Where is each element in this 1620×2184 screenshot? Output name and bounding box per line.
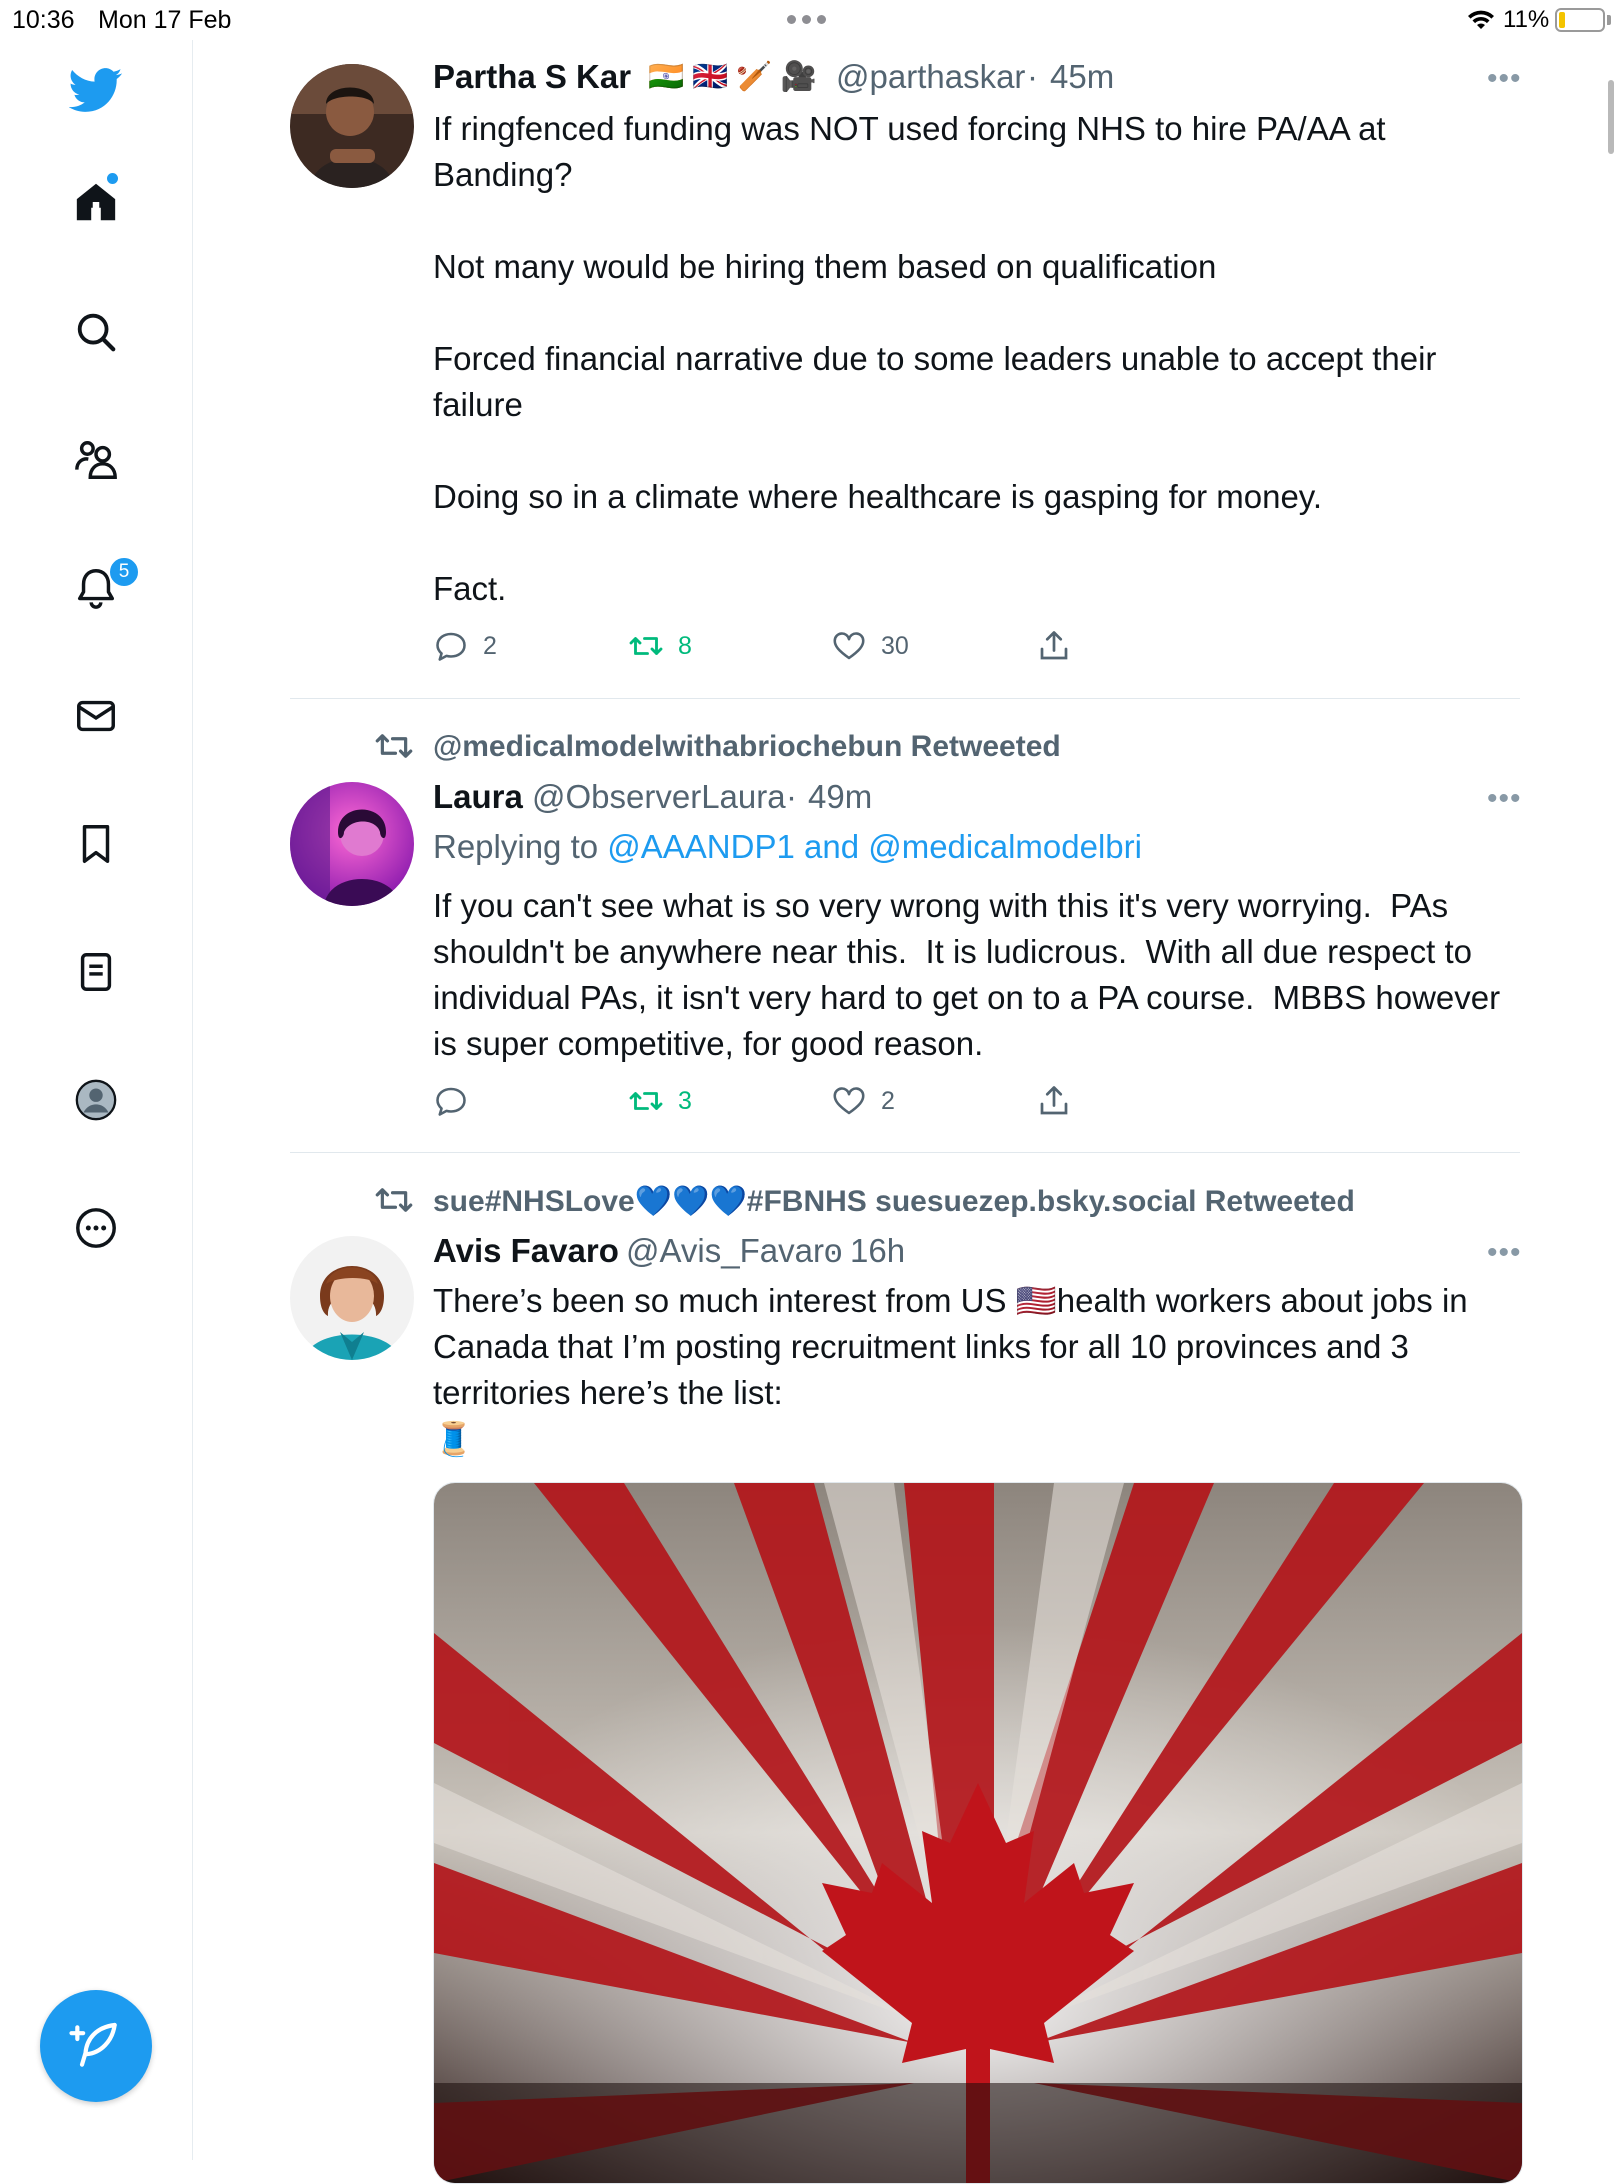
scrollbar[interactable]: [1608, 80, 1614, 154]
tweet-divider: [290, 1152, 1520, 1153]
tweet-time[interactable]: 16h: [850, 1232, 905, 1270]
compose-feather-icon: [69, 2022, 117, 2067]
profile-icon[interactable]: [66, 1070, 126, 1130]
status-time: 10:36: [12, 6, 75, 34]
tweet-author-name[interactable]: Partha S Kar: [433, 58, 631, 96]
retweeted-by-label[interactable]: sue#NHSLove💙💙💙#FBNHS suesuezep.bsky.soci…: [433, 1184, 1355, 1219]
home-unread-dot: [107, 173, 118, 184]
battery-icon: [1555, 8, 1605, 32]
status-bar: 10:36 Mon 17 Feb 11%: [0, 0, 1620, 40]
retweeted-by-label[interactable]: @medicalmodelwithabriochebun Retweeted: [433, 730, 1061, 764]
tweet-actions: 3 2: [433, 1083, 1133, 1123]
bookmarks-icon[interactable]: [66, 814, 126, 874]
tweet-text-part: There’s been so much interest from US: [433, 1282, 1016, 1319]
retweet-count: 8: [678, 631, 692, 660]
twitter-logo-icon[interactable]: [66, 60, 126, 120]
notification-badge: 5: [108, 556, 140, 588]
share-icon: [1040, 631, 1068, 660]
tweet-media-image[interactable]: [433, 1482, 1523, 2184]
tweet-text: If you can't see what is so very wrong w…: [433, 887, 1510, 1062]
us-flag-emoji: 🇺🇸: [1015, 1282, 1057, 1319]
share-icon: [1040, 1086, 1068, 1115]
like-count: 30: [881, 631, 909, 660]
replying-to-prefix: Replying to: [433, 828, 608, 865]
reply-icon: [436, 632, 466, 661]
tweet-author-name[interactable]: Avis Favaro: [433, 1232, 619, 1270]
retweeted-by-icon: [375, 734, 413, 758]
reply-button[interactable]: 2: [433, 628, 497, 664]
dot-separator: ·: [828, 1232, 839, 1269]
heart-icon: [833, 632, 865, 660]
author-emoji-flags: 🇮🇳 🇬🇧 🏏 🎥: [648, 61, 817, 93]
thread-emoji: 🧵: [433, 1420, 475, 1457]
messages-icon[interactable]: [66, 686, 126, 746]
dot-separator: ·: [786, 778, 797, 815]
replying-to-users[interactable]: @AAANDP1 and @medicalmodelbri: [607, 828, 1142, 865]
tweet-time[interactable]: 45m: [1050, 58, 1114, 96]
tweet-author-handle[interactable]: @ObserverLaura: [532, 778, 786, 816]
search-icon[interactable]: [66, 302, 126, 362]
like-count: 2: [881, 1086, 895, 1115]
tweet-more-icon[interactable]: •••: [1487, 62, 1522, 96]
communities-icon[interactable]: [66, 430, 126, 490]
heart-icon: [833, 1087, 865, 1115]
lists-icon[interactable]: [66, 942, 126, 1002]
status-date: Mon 17 Feb: [98, 6, 232, 34]
tweet-more-icon[interactable]: •••: [1487, 1236, 1522, 1270]
wifi-icon: [1468, 10, 1494, 29]
tweet-actions: 2 8 30: [433, 628, 1133, 668]
share-button[interactable]: [1036, 628, 1072, 664]
avatar[interactable]: [290, 782, 414, 906]
retweet-button[interactable]: 3: [628, 1083, 692, 1119]
battery-percent: 11%: [1503, 6, 1550, 33]
share-button[interactable]: [1036, 1083, 1072, 1119]
canada-flag-artwork: [434, 1483, 1522, 2183]
retweet-icon: [629, 637, 663, 655]
avatar[interactable]: [290, 1236, 414, 1360]
tweet-divider: [290, 698, 1520, 699]
tweet-author-name[interactable]: Laura: [433, 778, 523, 816]
tweet-text: There’s been so much interest from US 🇺🇸…: [433, 1278, 1533, 1462]
tweet-more-icon[interactable]: •••: [1487, 782, 1522, 816]
tweet-text: If ringfenced funding was NOT used forci…: [433, 110, 1437, 607]
retweet-button[interactable]: 8: [628, 628, 692, 664]
reply-count: 2: [483, 631, 497, 660]
retweet-icon: [629, 1092, 663, 1110]
like-button[interactable]: 2: [831, 1083, 895, 1119]
avatar[interactable]: [290, 64, 414, 188]
multitasking-dots-icon[interactable]: [787, 15, 826, 24]
tweet-author-handle[interactable]: @Avis_Favaro: [626, 1232, 842, 1270]
retweeted-by-icon: [375, 1188, 413, 1212]
reply-button[interactable]: [433, 1083, 483, 1119]
tweet-author-handle[interactable]: @parthaskar: [836, 58, 1025, 96]
dot-separator: ·: [1027, 58, 1038, 95]
tweet-time[interactable]: 49m: [808, 778, 872, 816]
compose-tweet-button[interactable]: [40, 1990, 152, 2102]
replying-to: Replying to @AAANDP1 and @medicalmodelbr…: [433, 828, 1142, 866]
retweet-count: 3: [678, 1086, 692, 1115]
more-icon[interactable]: [66, 1198, 126, 1258]
like-button[interactable]: 30: [831, 628, 909, 664]
reply-icon: [436, 1087, 466, 1116]
